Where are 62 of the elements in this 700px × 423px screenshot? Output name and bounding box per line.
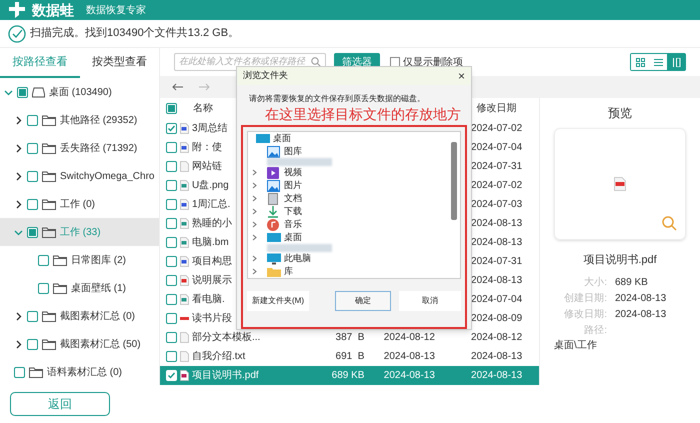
tree-label: 桌面壁纸 (1) [71,282,126,296]
checkbox-label: 仅显示删除项 [403,56,463,70]
tree-label: 截图素材汇总 (50) [60,338,141,352]
file-name: 熟睡的小 [192,216,232,231]
scan-status: 扫描完成。找到103490个文件共13.2 GB。 [30,26,240,42]
created-date: 2024-08-12 [382,331,436,345]
dialog-title: 浏览文件夹 [243,69,288,82]
modified-date: 2024-07-31 [470,255,524,269]
file-name: 网站链 [192,160,222,174]
detail-value: 2024-08-13 [615,292,668,306]
detail-label: 路径: [583,324,607,338]
path-value: 桌面\工作 [554,338,597,352]
created-date: 2024-08-13 [382,369,436,383]
file-name: 部分文本模板... [192,330,260,345]
dialog-message: 请勿将需要恢复的文件保存到原丢失数据的磁盘。 [249,93,426,105]
detail-label: 修改日期: [563,308,607,322]
file-name: 项目说明书.pdf [192,368,259,383]
file-name: 自我介绍.txt [192,350,246,364]
file-name: 读书片段 [192,312,232,326]
modified-date: 2024-07-02 [470,179,524,193]
tree-label: 截图素材汇总 (0) [60,310,135,324]
tree-label: 桌面 (103490) [49,86,112,100]
file-name: 附：使 [192,141,222,155]
tree-label: 工作 (33) [60,226,101,240]
file-size: 689 KB [330,369,364,383]
modified-date: 2024-08-12 [470,331,524,345]
app-subtitle: 数据恢复专家 [86,4,146,18]
app-name: 数据蛙 [32,0,74,20]
tree-label: SwitchyOmega_Chro [60,170,154,184]
tree-label: 语料素材汇总 (0) [47,366,122,380]
modified-date: 2024-08-09 [470,312,524,326]
created-date: 2024-08-13 [382,350,436,364]
file-size: 387 B [334,331,364,345]
modified-date: 2024-07-02 [470,122,524,136]
tree-label: 工作 (0) [60,198,95,212]
modified-date: 2024-08-13 [470,236,524,250]
file-name: 看电脑. [192,292,225,307]
modified-date: 2024-07-04 [470,141,524,155]
modified-date: 2024-08-13 [470,369,524,383]
file-name: 电脑.bm [192,236,229,250]
detail-label: 大小: [583,276,607,290]
file-name: U盘.png [192,179,229,193]
file-name: 项目构思 [192,254,232,269]
preview-title: 预览 [608,105,632,122]
tree-label: 其他路径 (29352) [60,114,138,128]
file-name: 3周总结 [192,122,228,136]
modified-date: 2024-08-13 [470,274,524,288]
modified-date: 2024-07-31 [470,160,524,174]
modified-date: 2024-07-04 [470,293,524,307]
detail-label: 创建日期: [563,292,607,306]
modified-date: 2024-08-13 [470,350,524,364]
detail-value: 2024-08-13 [615,308,668,322]
modified-date: 2024-07-03 [470,198,524,212]
tree-label: 日常图库 (2) [71,254,126,268]
preview-file-name: 项目说明书.pdf [583,253,657,268]
tree-label: 丢失路径 (71392) [60,142,138,156]
modified-date: 2024-08-13 [470,217,524,231]
file-size: 691 B [334,350,364,364]
annotation-text: 在这里选择目标文件的存放地方 [265,105,462,123]
detail-value: 689 KB [615,276,649,290]
file-name: 1周汇总. [192,198,230,212]
file-name: 说明展示 [192,274,232,288]
